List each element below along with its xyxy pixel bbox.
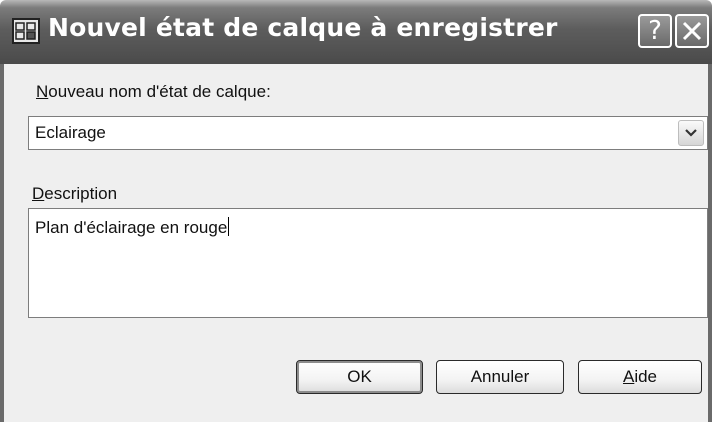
close-button[interactable] [675,14,709,48]
window-title: Nouvel état de calque à enregistrer [48,13,558,42]
description-textarea[interactable]: Plan d'éclairage en rouge [28,208,708,318]
help-button-accelerator: A [622,367,635,386]
ok-button[interactable]: OK [296,360,423,394]
dialog-body: Nouveau nom d'état de calque: Eclairage … [0,64,712,422]
dropdown-button[interactable] [678,120,704,146]
description-text: Plan d'éclairage en rouge [35,218,228,237]
dialog-window: Nouvel état de calque à enregistrer ? No… [0,0,712,422]
help-button-text: ide [634,367,658,386]
question-mark-icon: ? [648,16,662,46]
name-label-accelerator: N [36,82,49,101]
name-label-text: ouveau nom d'état de calque: [48,82,271,101]
layer-state-name-value[interactable]: Eclairage [35,123,106,143]
description-label-text: escription [44,184,118,203]
description-label: Description [32,184,117,204]
help-button[interactable]: Aide [578,360,702,394]
text-caret [228,217,230,236]
title-bar[interactable]: Nouvel état de calque à enregistrer ? [0,0,712,64]
help-title-button[interactable]: ? [638,14,672,48]
close-icon [682,21,702,41]
description-label-accelerator: D [32,184,45,203]
chevron-down-icon [685,129,697,137]
layer-state-name-label: Nouveau nom d'état de calque: [36,82,271,102]
cancel-button[interactable]: Annuler [436,360,564,394]
description-value[interactable]: Plan d'éclairage en rouge [35,217,230,238]
layer-state-name-combobox[interactable]: Eclairage [28,116,708,150]
layer-state-icon [12,18,40,44]
